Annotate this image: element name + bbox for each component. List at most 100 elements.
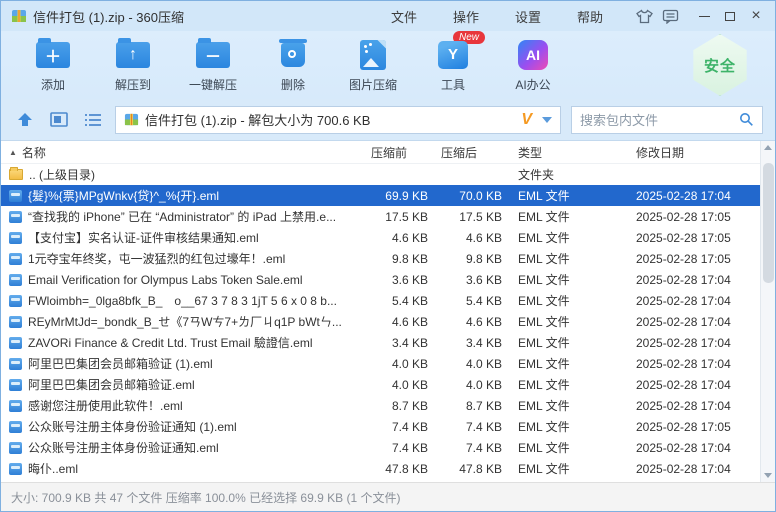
eml-file-icon [9,400,22,412]
table-row[interactable]: 阿里巴巴集团会员邮箱验证 (1).eml4.0 KB4.0 KBEML 文件20… [1,353,760,374]
column-size-after[interactable]: 压缩后 [440,144,514,161]
menu-settings[interactable]: 设置 [497,7,559,26]
zip-archive-icon [11,8,27,24]
skin-icon[interactable] [631,5,657,27]
delete-button[interactable]: 删除 [253,38,333,93]
column-date[interactable]: 修改日期 [634,144,760,161]
sort-ascending-icon: ▲ [9,148,17,157]
table-row[interactable]: 公众账号注册主体身份验证通知.eml7.4 KB7.4 KBEML 文件2025… [1,437,760,458]
toolbar: ＋ 添加 ↑ 解压到 － 一键解压 删除 图片压缩 New Y 工具 AI AI… [1,31,775,99]
file-name: 阿里巴巴集团会员邮箱验证.eml [28,376,195,393]
window-title: 信件打包 (1).zip - 360压缩 [33,7,184,26]
eml-file-icon [9,337,22,349]
file-name: 1元夺宝年终奖，屯一波猛烈的红包过壕年！.eml [28,250,285,267]
eml-file-icon [9,232,22,244]
table-row[interactable]: 【支付宝】实名认证-证件审核结果通知.eml4.6 KB4.6 KBEML 文件… [1,227,760,248]
table-row[interactable]: 晦仆..eml47.8 KB47.8 KBEML 文件2025-02-28 17… [1,458,760,479]
table-row[interactable]: Email Verification for Olympus Labs Toke… [1,269,760,290]
column-name[interactable]: ▲名称 [1,144,362,161]
status-text: 大小: 700.9 KB 共 47 个文件 压缩率 100.0% 已经选择 69… [11,489,400,506]
table-row[interactable]: 阿里巴巴集团会员邮箱验证.eml4.0 KB4.0 KBEML 文件2025-0… [1,374,760,395]
folder-icon [9,169,23,180]
column-type[interactable]: 类型 [514,144,634,161]
minimize-button[interactable] [691,4,717,28]
thumbnail-view-icon[interactable] [47,109,71,131]
table-row[interactable]: REyMrMtJd=_bondk_B_せ《7ㄢWㄘ7+ㄌ厂ㄐq1P bWtㄣ..… [1,311,760,332]
table-row[interactable]: ZAVORi Finance & Credit Ltd. Trust Email… [1,332,760,353]
file-name: 公众账号注册主体身份验证通知.eml [28,439,219,456]
eml-file-icon [9,442,22,454]
v-logo: V [521,111,532,129]
eml-file-icon [9,379,22,391]
scroll-up-icon[interactable] [764,145,772,150]
file-rows: {髮}%{票}MPgWnkv{贷}^_%{开}.eml69.9 KB70.0 K… [1,185,775,479]
file-name: 阿里巴巴集团会员邮箱验证 (1).eml [28,355,213,372]
shield-icon: 安全 [691,34,749,96]
image-compress-icon [354,38,392,72]
add-button[interactable]: ＋ 添加 [13,38,93,93]
scrollbar-thumb[interactable] [763,163,774,283]
search-placeholder: 搜索包内文件 [580,110,739,129]
menu-actions[interactable]: 操作 [435,7,497,26]
ai-office-button[interactable]: AI AI办公 [493,38,573,93]
tools-button[interactable]: New Y 工具 [413,38,493,93]
list-view-icon[interactable] [81,109,105,131]
eml-file-icon [9,274,22,286]
address-dropdown-icon[interactable] [542,117,552,123]
eml-file-icon [9,190,22,202]
search-icon[interactable] [739,112,754,127]
file-name: {髮}%{票}MPgWnkv{贷}^_%{开}.eml [28,187,219,204]
table-row[interactable]: {髮}%{票}MPgWnkv{贷}^_%{开}.eml69.9 KB70.0 K… [1,185,760,206]
app-window: 信件打包 (1).zip - 360压缩 文件 操作 设置 帮助 × ＋ 添加 [0,0,776,512]
tools-cube-icon: Y [434,38,472,72]
menu-file[interactable]: 文件 [373,7,435,26]
address-row: 信件打包 (1).zip - 解包大小为 700.6 KB V 搜索包内文件 [1,99,775,141]
file-list: ▲名称 压缩前 压缩后 类型 修改日期 .. (上级目录) 文件夹 {髮}%{票… [1,141,775,482]
table-row[interactable]: 1元夺宝年终奖，屯一波猛烈的红包过壕年！.eml9.8 KB9.8 KBEML … [1,248,760,269]
eml-file-icon [9,295,22,307]
one-click-extract-icon: － [194,38,232,72]
table-row[interactable]: 感谢您注册使用此软件！.eml8.7 KB8.7 KBEML 文件2025-02… [1,395,760,416]
add-folder-icon: ＋ [34,38,72,72]
extract-to-button[interactable]: ↑ 解压到 [93,38,173,93]
zip-file-icon [124,112,139,127]
file-name: FWloimbh=_0lga8bfk_B_ o__67 3 7 8 3 1jT … [28,292,337,309]
file-name: 感谢您注册使用此软件！.eml [28,397,183,414]
up-level-icon[interactable] [13,109,37,131]
maximize-button[interactable] [717,4,743,28]
one-click-extract-button[interactable]: － 一键解压 [173,38,253,93]
file-name: REyMrMtJd=_bondk_B_せ《7ㄢWㄘ7+ㄌ厂ㄐq1P bWtㄣ..… [28,313,342,330]
safe-badge[interactable]: 安全 [691,34,749,96]
archive-path: 信件打包 (1).zip - 解包大小为 700.6 KB [145,110,515,129]
vertical-scrollbar[interactable] [760,141,775,482]
table-row[interactable]: “查找我的 iPhone” 已在 “Administrator” 的 iPad … [1,206,760,227]
trash-icon [274,38,312,72]
statusbar: 大小: 700.9 KB 共 47 个文件 压缩率 100.0% 已经选择 69… [1,482,775,511]
titlebar: 信件打包 (1).zip - 360压缩 文件 操作 设置 帮助 × [1,1,775,31]
file-name: 公众账号注册主体身份验证通知 (1).eml [28,418,237,435]
parent-directory-row[interactable]: .. (上级目录) 文件夹 [1,164,760,185]
eml-file-icon [9,358,22,370]
table-row[interactable]: 公众账号注册主体身份验证通知 (1).eml7.4 KB7.4 KBEML 文件… [1,416,760,437]
file-name: “查找我的 iPhone” 已在 “Administrator” 的 iPad … [28,208,336,225]
table-row[interactable]: FWloimbh=_0lga8bfk_B_ o__67 3 7 8 3 1jT … [1,290,760,311]
address-bar[interactable]: 信件打包 (1).zip - 解包大小为 700.6 KB V [115,106,561,134]
search-input[interactable]: 搜索包内文件 [571,106,763,134]
extract-to-folder-icon: ↑ [114,38,152,72]
eml-file-icon [9,463,22,475]
file-name: 【支付宝】实名认证-证件审核结果通知.eml [28,229,259,246]
file-name: Email Verification for Olympus Labs Toke… [28,273,303,287]
scroll-down-icon[interactable] [764,473,772,478]
image-compress-button[interactable]: 图片压缩 [333,38,413,93]
column-size-before[interactable]: 压缩前 [362,144,440,161]
close-button[interactable]: × [743,4,769,28]
ai-office-icon: AI [514,38,552,72]
feedback-icon[interactable] [657,5,683,27]
eml-file-icon [9,316,22,328]
eml-file-icon [9,211,22,223]
column-headers: ▲名称 压缩前 压缩后 类型 修改日期 [1,141,760,164]
menubar: 文件 操作 设置 帮助 [373,7,621,26]
eml-file-icon [9,253,22,265]
file-name: ZAVORi Finance & Credit Ltd. Trust Email… [28,334,313,351]
menu-help[interactable]: 帮助 [559,7,621,26]
